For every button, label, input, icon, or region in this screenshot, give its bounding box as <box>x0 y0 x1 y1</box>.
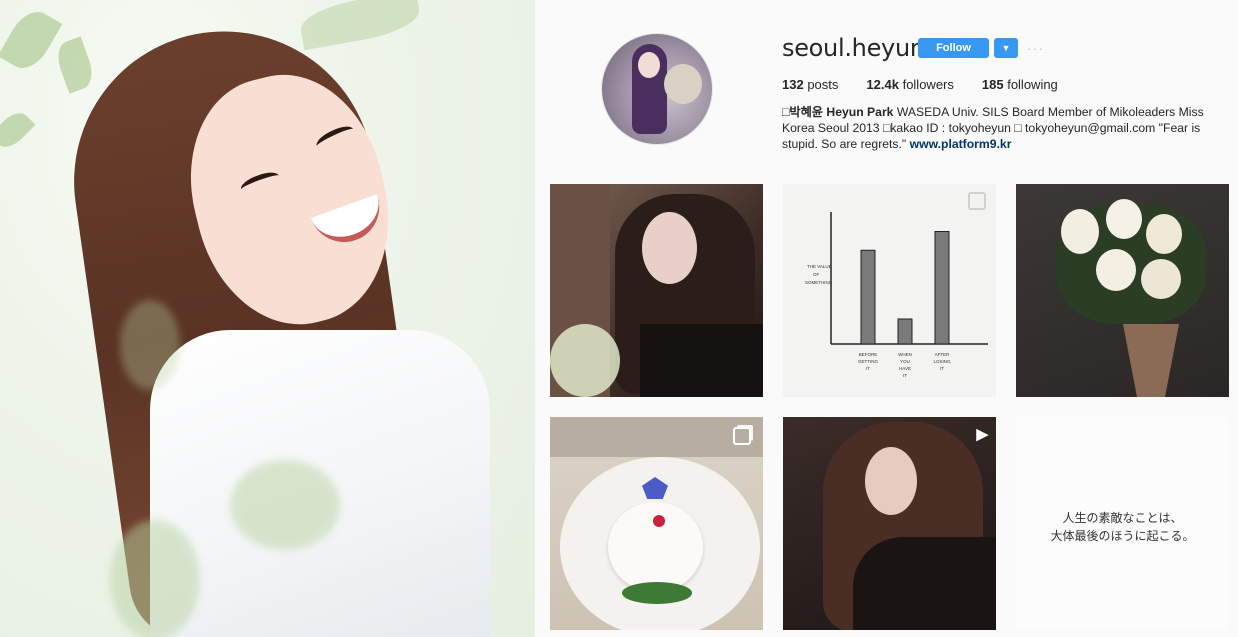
sauce-shape <box>622 582 692 604</box>
post-thumbnail-5[interactable]: ▶ <box>783 417 996 630</box>
x-tick-label-3: IT <box>940 366 944 371</box>
ylabel-line-3: SOMETHING <box>805 280 833 285</box>
rose-shape <box>1146 214 1182 254</box>
profile-bio: □박혜윤 Heyun Park WASEDA Univ. SILS Board … <box>782 104 1222 152</box>
following-label: following <box>1007 77 1058 92</box>
foliage-blur <box>230 460 340 550</box>
posts-stat: 132 posts <box>782 77 838 92</box>
x-tick-label-2: HAVE <box>899 366 911 371</box>
profile-photo-large <box>0 0 535 637</box>
ylabel-line-2: OF <box>813 272 820 277</box>
face-shape <box>642 212 697 284</box>
chevron-down-icon: ▼ <box>1001 43 1011 53</box>
follow-button[interactable]: Follow <box>918 38 989 58</box>
avatar-flowers <box>664 64 702 104</box>
bio-link[interactable]: www.platform9.kr <box>910 137 1012 151</box>
followers-stat[interactable]: 12.4k followers <box>866 77 953 92</box>
x-tick-label-2: WHEN <box>898 352 912 357</box>
rose-shape <box>1096 249 1136 291</box>
username: seoul.heyun <box>782 34 925 62</box>
x-tick-label-3: LOSING <box>933 359 951 364</box>
instagram-profile: seoul.heyun Follow ▼ ··· 132 posts 12.4k… <box>535 0 1238 637</box>
quote-text: 人生の素敵なことは、 大体最後のほうに起こる。 <box>1016 509 1229 545</box>
posts-label: posts <box>807 77 839 92</box>
chart-bar-3 <box>934 231 950 345</box>
ylabel-line-1: THE VALUE <box>807 264 832 269</box>
foliage-blur <box>120 300 180 390</box>
more-options-icon[interactable]: ··· <box>1027 40 1044 56</box>
x-tick-label-3: AFTER <box>935 352 951 357</box>
berry-garnish <box>653 515 665 527</box>
multiple-photos-icon <box>733 427 751 445</box>
post-thumbnail-1[interactable] <box>550 184 763 397</box>
multiple-photos-icon <box>968 192 986 210</box>
chart-bar-1 <box>860 249 876 345</box>
flower-shape <box>550 324 620 397</box>
quote-line-2: 大体最後のほうに起こる。 <box>1050 529 1195 543</box>
followers-label: followers <box>902 77 954 92</box>
table-background <box>550 417 763 457</box>
bio-full-name: 박혜윤 Heyun Park <box>789 105 894 119</box>
rose-shape <box>1061 209 1099 254</box>
shirt-shape <box>853 537 996 630</box>
x-tick-label-1: GETTING <box>858 359 878 364</box>
suggestions-dropdown-button[interactable]: ▼ <box>994 38 1018 58</box>
following-count: 185 <box>981 77 1004 92</box>
leaf-decoration <box>0 107 36 153</box>
sketch-bar-chart: THE VALUE OF SOMETHING BEFORE GETTING IT WH… <box>805 212 988 378</box>
video-icon: ▶ <box>976 425 988 443</box>
post-thumbnail-6[interactable]: 人生の素敵なことは、 大体最後のほうに起こる。 <box>1016 417 1229 630</box>
leaf-decoration <box>297 0 423 51</box>
chart-bar-2 <box>897 318 913 345</box>
rose-shape <box>1141 259 1181 299</box>
video-icon-glyph: ▶ <box>976 426 988 443</box>
leaf-decoration <box>0 4 63 76</box>
avatar[interactable] <box>601 33 713 145</box>
posts-count: 132 <box>782 77 804 92</box>
post-thumbnail-2[interactable]: THE VALUE OF SOMETHING BEFORE GETTING IT WH… <box>783 184 996 397</box>
profile-stats: 132 posts 12.4k followers 185 following <box>782 77 1086 92</box>
face-shape <box>865 447 917 515</box>
wrapping-shape <box>1123 324 1179 397</box>
leaf-decoration <box>52 36 98 94</box>
shirt-shape <box>640 324 763 397</box>
x-tick-label-1: IT <box>866 366 870 371</box>
avatar-face <box>638 52 660 78</box>
x-tick-label-2: IT <box>903 373 907 378</box>
rose-shape <box>1106 199 1142 239</box>
post-thumbnail-3[interactable] <box>1016 184 1229 397</box>
following-stat[interactable]: 185 following <box>982 77 1058 92</box>
followers-count: 12.4k <box>866 77 899 92</box>
x-tick-label-2: YOU <box>900 359 910 364</box>
quote-line-1: 人生の素敵なことは、 <box>1062 511 1183 525</box>
foliage-blur <box>110 520 200 637</box>
post-thumbnail-4[interactable] <box>550 417 763 630</box>
x-tick-label-1: BEFORE <box>859 352 878 357</box>
